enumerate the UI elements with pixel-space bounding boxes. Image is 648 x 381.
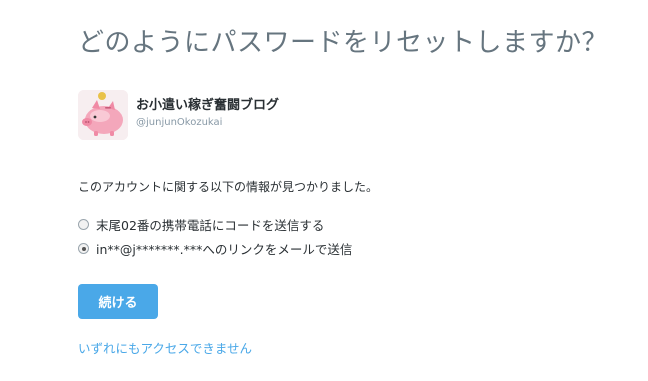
option-sms[interactable]: 末尾02番の携帯電話にコードを送信する [78,215,324,234]
option-email[interactable]: in**@j*******.***へのリンクをメールで送信 [78,239,352,258]
pig-piggy-bank-icon [78,90,128,140]
option-email-label: in**@j*******.***へのリンクをメールで送信 [96,242,353,257]
no-access-link[interactable]: いずれにもアクセスできません [78,338,252,357]
option-sms-label: 末尾02番の携帯電話にコードを送信する [96,218,325,233]
avatar [78,90,128,140]
account-handle: @junjunOkozukai [136,117,223,128]
radio-email[interactable] [78,243,89,254]
radio-sms[interactable] [78,219,89,230]
account-card: お小遣い稼ぎ奮闘ブログ @junjunOkozukai [78,90,279,140]
continue-button[interactable]: 続ける [78,284,158,319]
account-display-name: お小遣い稼ぎ奮闘ブログ [136,98,280,113]
info-text: このアカウントに関する以下の情報が見つかりました。 [78,180,379,194]
page-title: どのようにパスワードをリセットしますか？ [78,28,609,58]
